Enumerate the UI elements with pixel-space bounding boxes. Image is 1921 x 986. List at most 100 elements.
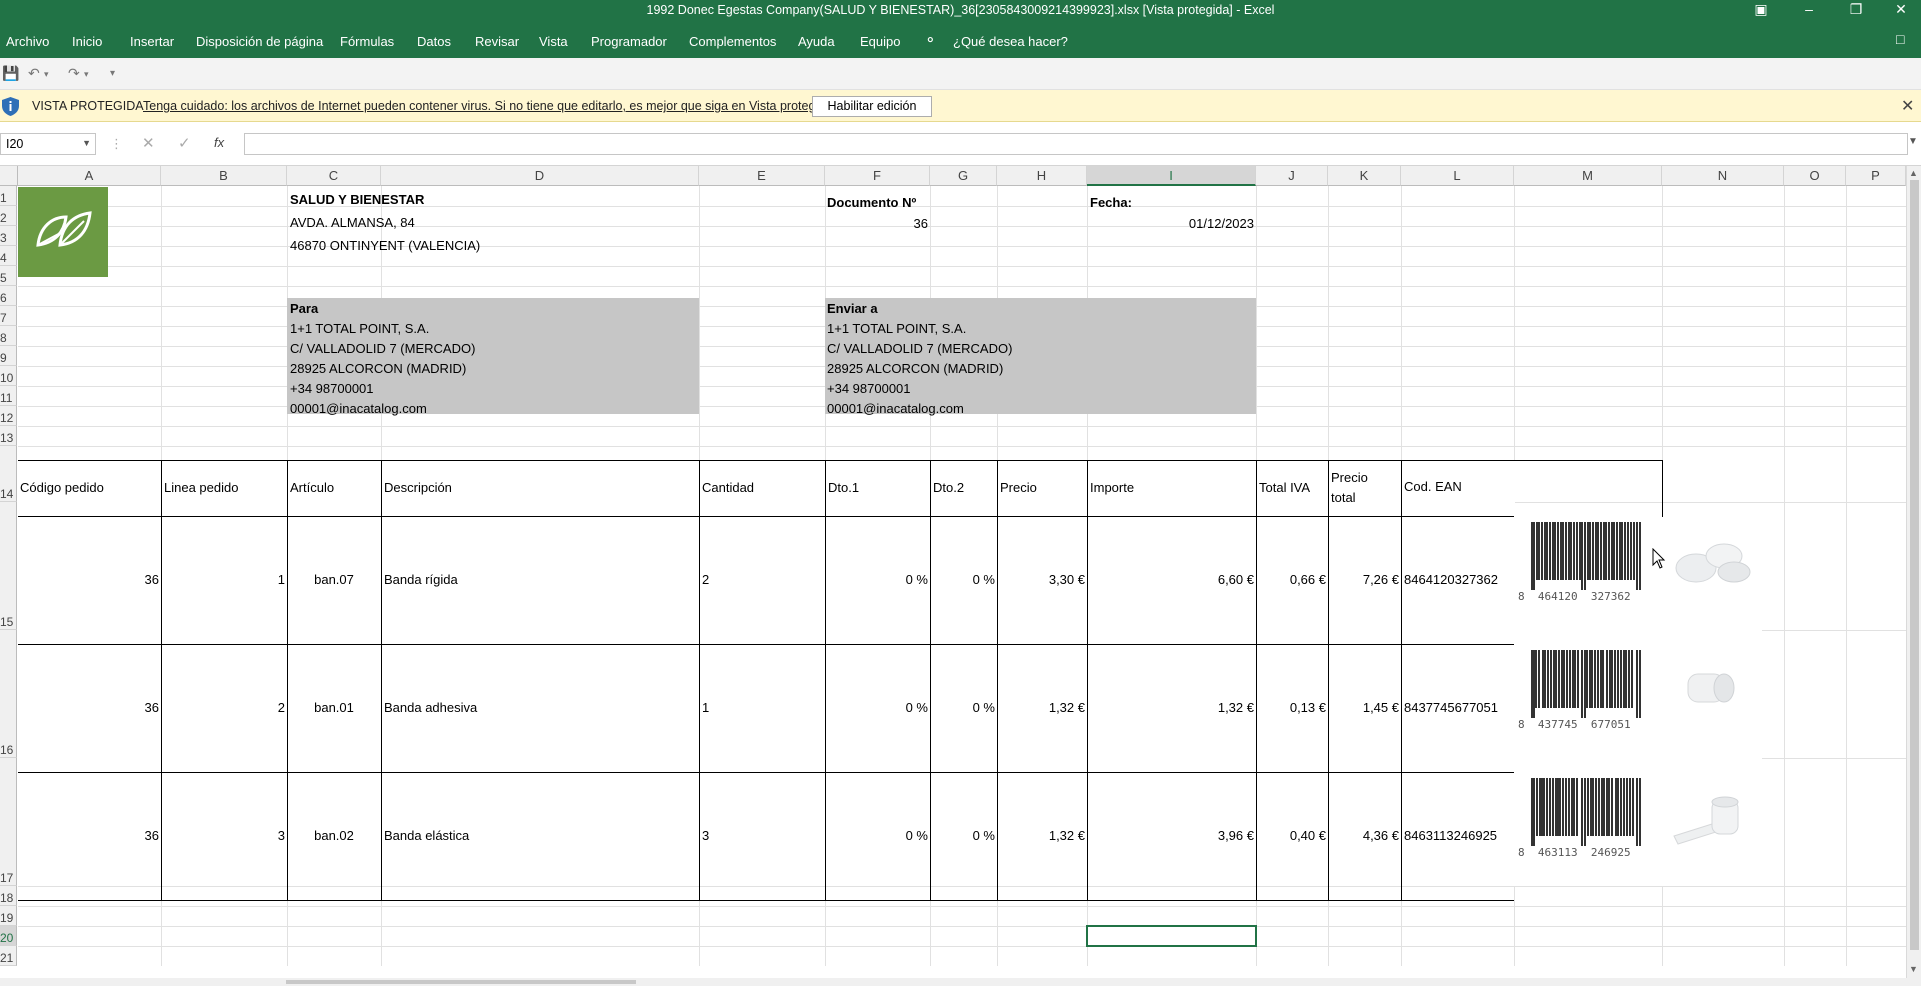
tab-complementos[interactable]: Complementos [689,34,776,49]
row-header-13[interactable]: 13 [0,426,17,446]
row-header-19[interactable]: 19 [0,906,17,926]
tab-formulas[interactable]: Fórmulas [340,34,394,49]
minimize-icon[interactable]: – [1786,0,1832,22]
tab-datos[interactable]: Datos [417,34,451,49]
row-header-5[interactable]: 5 [0,266,17,286]
comments-icon[interactable]: □ [1896,31,1904,47]
article-cell: ban.02 [314,828,354,843]
row-header-17[interactable]: 17 [0,758,17,886]
column-header-l[interactable]: L [1401,166,1514,186]
row-header-16[interactable]: 16 [0,630,17,758]
row-header-6[interactable]: 6 [0,286,17,306]
enable-editing-button[interactable]: Habilitar edición [812,96,932,117]
column-header-c[interactable]: C [287,166,381,186]
close-icon[interactable]: ✕ [1901,96,1914,116]
column-header-d[interactable]: D [381,166,699,186]
row-header-11[interactable]: 11 [0,386,17,406]
ship-to-line-5: 00001@inacatalog.com [827,401,964,416]
tab-archivo[interactable]: Archivo [6,34,49,49]
scrollbar-thumb[interactable] [1910,180,1919,950]
ean-right-digits: 677051 [1590,718,1631,731]
vertical-scrollbar[interactable]: ▲ ▼ [1906,166,1921,978]
insert-function-icon[interactable]: fx [214,135,224,150]
description-cell: Banda rígida [384,572,458,587]
spreadsheet-grid[interactable]: A B C D E F G H I J K L M N O P 1 2 3 4 … [0,166,1921,986]
lightbulb-icon[interactable]: ⚬ [924,31,937,49]
scroll-down-icon[interactable]: ▼ [1909,964,1918,974]
column-header-n[interactable]: N [1662,166,1784,186]
row-header-1[interactable]: 1 [0,186,17,206]
dto1-cell: 0 % [905,572,928,587]
description-cell: Banda elástica [384,828,470,843]
name-box[interactable]: I20 ▼ [0,133,96,155]
save-icon[interactable]: 💾 [2,65,19,82]
row-header-21[interactable]: 21 [0,946,17,966]
tab-insertar[interactable]: Insertar [130,34,174,49]
tab-ayuda[interactable]: Ayuda [798,34,835,49]
column-header-m[interactable]: M [1514,166,1662,186]
undo-dropdown-icon[interactable]: ▾ [44,69,49,80]
select-all-corner[interactable] [0,166,18,186]
ean-left-digits: 437745 [1537,718,1578,731]
company-name: SALUD Y BIENESTAR [290,192,425,207]
column-header-i[interactable]: I [1087,166,1256,186]
tab-disposicion[interactable]: Disposición de página [196,34,323,49]
row-header-20[interactable]: 20 [0,926,17,946]
name-box-value: I20 [6,137,24,151]
close-window-icon[interactable]: ✕ [1878,0,1921,22]
total-cell: 7,26 € [1362,572,1399,587]
row-header-18[interactable]: 18 [0,886,17,906]
tab-revisar[interactable]: Revisar [475,34,519,49]
row-header-3[interactable]: 3 [0,226,17,246]
expand-formula-bar-icon[interactable]: ▼ [1908,136,1918,147]
customize-toolbar-icon[interactable]: ▾ [110,68,115,79]
column-header-k[interactable]: K [1328,166,1401,186]
row-header-2[interactable]: 2 [0,206,17,226]
cancel-icon[interactable]: ✕ [142,134,155,152]
redo-dropdown-icon[interactable]: ▾ [84,69,89,80]
column-header-b[interactable]: B [161,166,287,186]
tab-equipo[interactable]: Equipo [860,34,900,49]
row-header-12[interactable]: 12 [0,406,17,426]
column-header-g[interactable]: G [930,166,997,186]
barcode-image: 8 437745 677051 [1518,650,1643,732]
tab-inicio[interactable]: Inicio [72,34,102,49]
ean-left-digits: 464120 [1537,590,1578,603]
chevron-down-icon[interactable]: ▼ [82,138,91,148]
column-header-p[interactable]: P [1846,166,1906,186]
article-cell: ban.01 [314,700,354,715]
restore-icon[interactable]: ❐ [1833,0,1879,22]
protected-view-message[interactable]: Tenga cuidado: los archivos de Internet … [143,99,836,113]
undo-icon[interactable]: ↶ [28,65,40,82]
selected-cell-i20[interactable] [1086,925,1257,947]
barcode-bars [1531,650,1641,718]
tab-programador[interactable]: Programador [591,34,667,49]
product-image-adhesive-band [1687,673,1735,703]
ean-right-digits: 327362 [1590,590,1631,603]
product-image-elastic-band [1673,796,1739,845]
ribbon-display-options-icon[interactable]: ▣ [1738,0,1784,22]
column-header-e[interactable]: E [699,166,825,186]
bill-to-label: Para [290,301,319,316]
column-header-h[interactable]: H [997,166,1087,186]
column-header-o[interactable]: O [1784,166,1846,186]
scroll-up-icon[interactable]: ▲ [1909,168,1918,178]
column-header-j[interactable]: J [1256,166,1328,186]
column-header-f[interactable]: F [825,166,930,186]
redo-icon[interactable]: ↷ [68,65,80,82]
horizontal-scrollbar-thumb[interactable] [286,980,636,984]
enter-icon[interactable]: ✓ [178,134,191,152]
tell-me-search[interactable]: ¿Qué desea hacer? [953,34,1068,49]
row-header-8[interactable]: 8 [0,326,17,346]
row-header-14[interactable]: 14 [0,446,17,502]
header-total-line2: total [1331,490,1356,505]
order-line-cell: 2 [277,700,285,715]
row-header-15[interactable]: 15 [0,502,17,630]
formula-input[interactable] [244,133,1908,155]
row-header-4[interactable]: 4 [0,246,17,266]
row-header-9[interactable]: 9 [0,346,17,366]
column-header-a[interactable]: A [18,166,161,186]
row-header-10[interactable]: 10 [0,366,17,386]
row-header-7[interactable]: 7 [0,306,17,326]
tab-vista[interactable]: Vista [539,34,568,49]
